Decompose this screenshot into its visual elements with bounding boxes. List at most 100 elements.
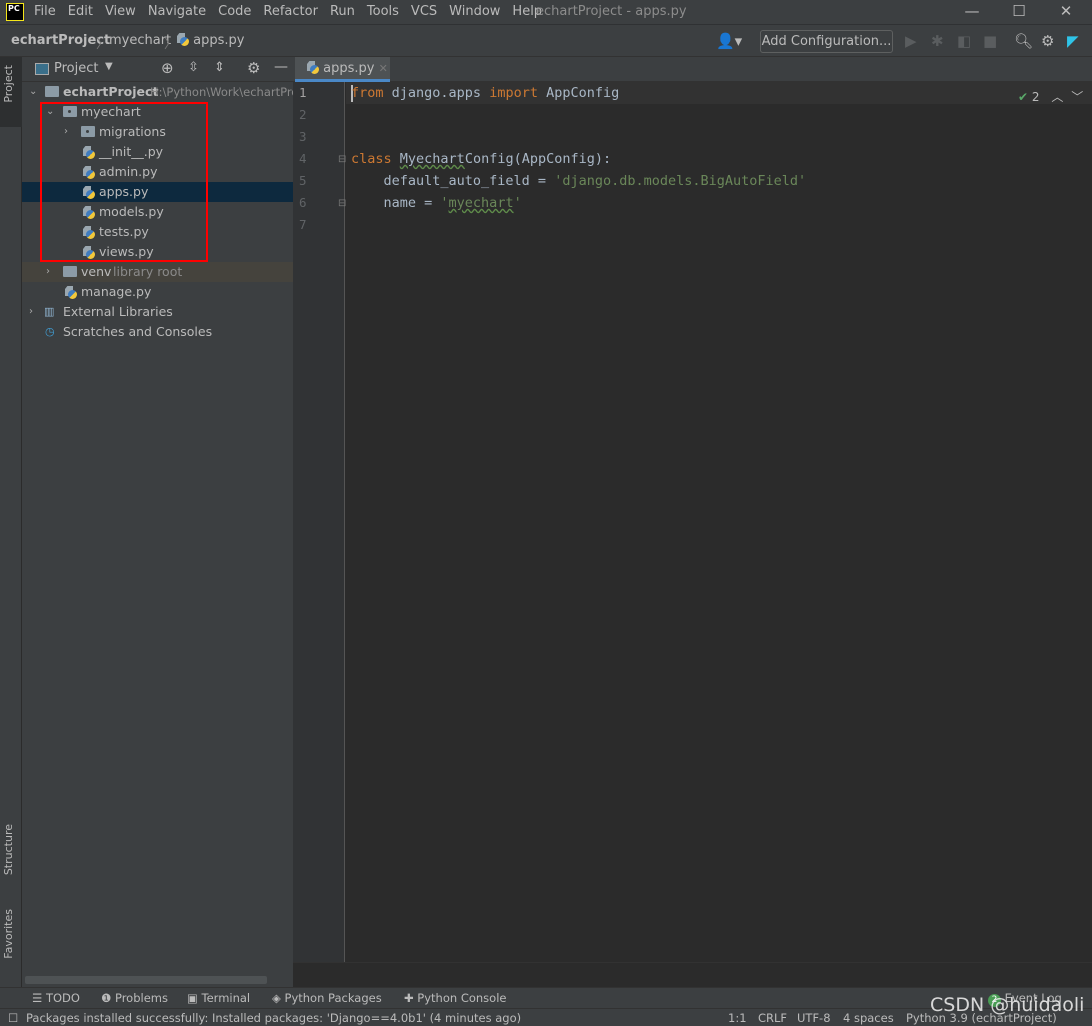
menu-refactor[interactable]: Refactor	[263, 4, 318, 19]
line-separator[interactable]: CRLF	[758, 1011, 787, 1025]
line-number: 1	[299, 85, 307, 100]
search-icon[interactable]: 🔍︎	[1014, 32, 1033, 50]
folder-icon	[63, 266, 77, 277]
tree-item-hint: library root	[113, 264, 183, 279]
code-with-me-icon[interactable]: ◤	[1067, 32, 1079, 50]
maximize-button[interactable]: ☐	[999, 2, 1039, 22]
gear-icon[interactable]: ⚙	[1041, 32, 1054, 50]
tool-label: Terminal	[201, 991, 251, 1005]
tool-label: Problems	[114, 991, 168, 1005]
fold-icon[interactable]: ⊟	[338, 198, 346, 209]
bottom-tool-bar: ☰ TODO ❶ Problems ▣ Terminal ◈ Python Pa…	[0, 987, 1092, 1008]
menu-run[interactable]: Run	[330, 4, 355, 19]
status-toggle-icon[interactable]: ☐	[8, 1011, 18, 1025]
line-number: 4	[299, 151, 307, 166]
terminal-tool-button[interactable]: ▣ Terminal	[187, 991, 250, 1005]
menu-view[interactable]: View	[105, 4, 136, 19]
editor-area: apps.py ✕ 1 2 3 4 5 6 7 ⊟ ⊟ from django.…	[293, 57, 1092, 987]
code-line-5[interactable]: default_auto_field = 'django.db.models.B…	[351, 170, 807, 192]
list-icon: ☰	[32, 991, 43, 1005]
menu-code[interactable]: Code	[218, 4, 251, 19]
tree-item-manage-py[interactable]: manage.py	[22, 282, 293, 302]
code-line-1[interactable]: from django.apps import AppConfig	[351, 82, 619, 104]
menu-file[interactable]: File	[34, 4, 56, 19]
breadcrumb-separator-icon: 〉	[96, 37, 110, 52]
editor-tab-bar: apps.py ✕	[293, 57, 1092, 82]
inspection-widget[interactable]: ✔ 2 ︿ ﹀	[1018, 88, 1083, 105]
project-view-icon	[35, 63, 49, 75]
tree-item-scratches[interactable]: ◷ Scratches and Consoles	[22, 322, 293, 342]
locate-file-icon[interactable]: ⊕	[161, 59, 174, 77]
menu-navigate[interactable]: Navigate	[148, 4, 206, 19]
left-tool-stripe: Project Structure Favorites	[0, 57, 22, 987]
fold-icon[interactable]: ⊟	[338, 154, 346, 165]
python-packages-tool-button[interactable]: ◈ Python Packages	[272, 991, 382, 1005]
project-panel-header: Project ▼ ⊕ ⇳ ⇕ ⚙ —	[22, 57, 293, 82]
terminal-icon: ▣	[187, 991, 198, 1005]
breadcrumb-folder[interactable]: myechart	[109, 33, 171, 48]
line-number: 5	[299, 173, 307, 188]
pycharm-logo: PC	[6, 3, 24, 21]
breadcrumb-file[interactable]: apps.py	[177, 33, 244, 48]
next-highlight-icon[interactable]: ﹀	[1071, 90, 1083, 104]
tool-tab-structure[interactable]: Structure	[2, 824, 15, 875]
file-encoding[interactable]: UTF-8	[797, 1011, 831, 1025]
status-message[interactable]: Packages installed successfully: Install…	[26, 1011, 521, 1025]
menu-edit[interactable]: Edit	[68, 4, 93, 19]
window-title: echartProject - apps.py	[536, 4, 687, 19]
navigation-bar: echartProject 〉 myechart 〉 apps.py 👤▾ Ad…	[0, 26, 1092, 57]
menu-window[interactable]: Window	[449, 4, 500, 19]
horizontal-scrollbar[interactable]	[25, 976, 267, 984]
problems-tool-button[interactable]: ❶ Problems	[101, 991, 168, 1005]
status-bar: ☐ Packages installed successfully: Insta…	[0, 1008, 1092, 1026]
tree-item-label: echartProject	[63, 84, 159, 99]
watermark: CSDN @huidaoli	[930, 994, 1085, 1016]
code-line-4[interactable]: class MyechartConfig(AppConfig):	[351, 148, 611, 170]
chevron-down-icon[interactable]: ▼	[105, 61, 113, 72]
title-bar: PC File Edit View Navigate Code Refactor…	[0, 0, 1092, 25]
line-number: 2	[299, 107, 307, 122]
tree-item-path: H:\Python\Work\echartPro	[150, 85, 299, 99]
indent-setting[interactable]: 4 spaces	[843, 1011, 894, 1025]
hide-panel-icon[interactable]: —	[274, 59, 288, 75]
line-number: 6	[299, 195, 307, 210]
minimize-button[interactable]: —	[952, 2, 992, 22]
tab-label: apps.py	[323, 61, 375, 76]
close-tab-icon[interactable]: ✕	[379, 62, 388, 75]
previous-highlight-icon[interactable]: ︿	[1051, 90, 1063, 104]
library-icon: ▥	[44, 305, 55, 318]
expand-all-icon[interactable]: ⇳	[188, 60, 199, 75]
tool-label: TODO	[45, 991, 80, 1005]
python-file-icon	[177, 33, 189, 46]
todo-tool-button[interactable]: ☰ TODO	[32, 991, 80, 1005]
project-view-selector[interactable]: Project	[54, 61, 98, 76]
account-icon[interactable]: 👤▾	[716, 32, 742, 50]
project-panel: Project ▼ ⊕ ⇳ ⇕ ⚙ — ⌄ echartProject H:\Pyt…	[22, 57, 298, 987]
close-window-button[interactable]: ✕	[1046, 2, 1086, 22]
collapse-all-icon[interactable]: ⇕	[214, 60, 225, 75]
highlight-box	[40, 102, 208, 262]
tab-apps-py[interactable]: apps.py ✕	[295, 57, 390, 82]
coverage-icon[interactable]: ◧	[957, 32, 971, 50]
tool-tab-project[interactable]: Project	[2, 65, 15, 103]
menu-bar: File Edit View Navigate Code Refactor Ru…	[34, 4, 554, 19]
gear-icon[interactable]: ⚙	[247, 59, 260, 77]
menu-vcs[interactable]: VCS	[411, 4, 437, 19]
code-line-6[interactable]: name = 'myechart'	[351, 192, 522, 214]
caret-position[interactable]: 1:1	[728, 1011, 747, 1025]
tree-item-external-libraries[interactable]: › ▥ External Libraries	[22, 302, 293, 322]
debug-icon[interactable]: ✱	[931, 32, 944, 50]
inspection-count: 2	[1031, 90, 1040, 104]
python-console-tool-button[interactable]: ✚ Python Console	[404, 991, 506, 1005]
tool-tab-favorites[interactable]: Favorites	[2, 909, 15, 959]
menu-tools[interactable]: Tools	[367, 4, 399, 19]
stop-icon[interactable]: ■	[983, 32, 997, 50]
python-file-icon	[307, 61, 319, 74]
add-configuration-button[interactable]: Add Configuration...	[760, 30, 893, 53]
tree-item-label: Scratches and Consoles	[63, 324, 213, 339]
python-console-icon: ✚	[404, 991, 414, 1005]
tree-item-venv[interactable]: › venv library root	[22, 262, 293, 282]
folder-icon	[45, 86, 59, 97]
run-icon[interactable]: ▶	[905, 32, 917, 50]
tree-item-echartproject[interactable]: ⌄ echartProject H:\Python\Work\echartPro	[22, 82, 298, 102]
